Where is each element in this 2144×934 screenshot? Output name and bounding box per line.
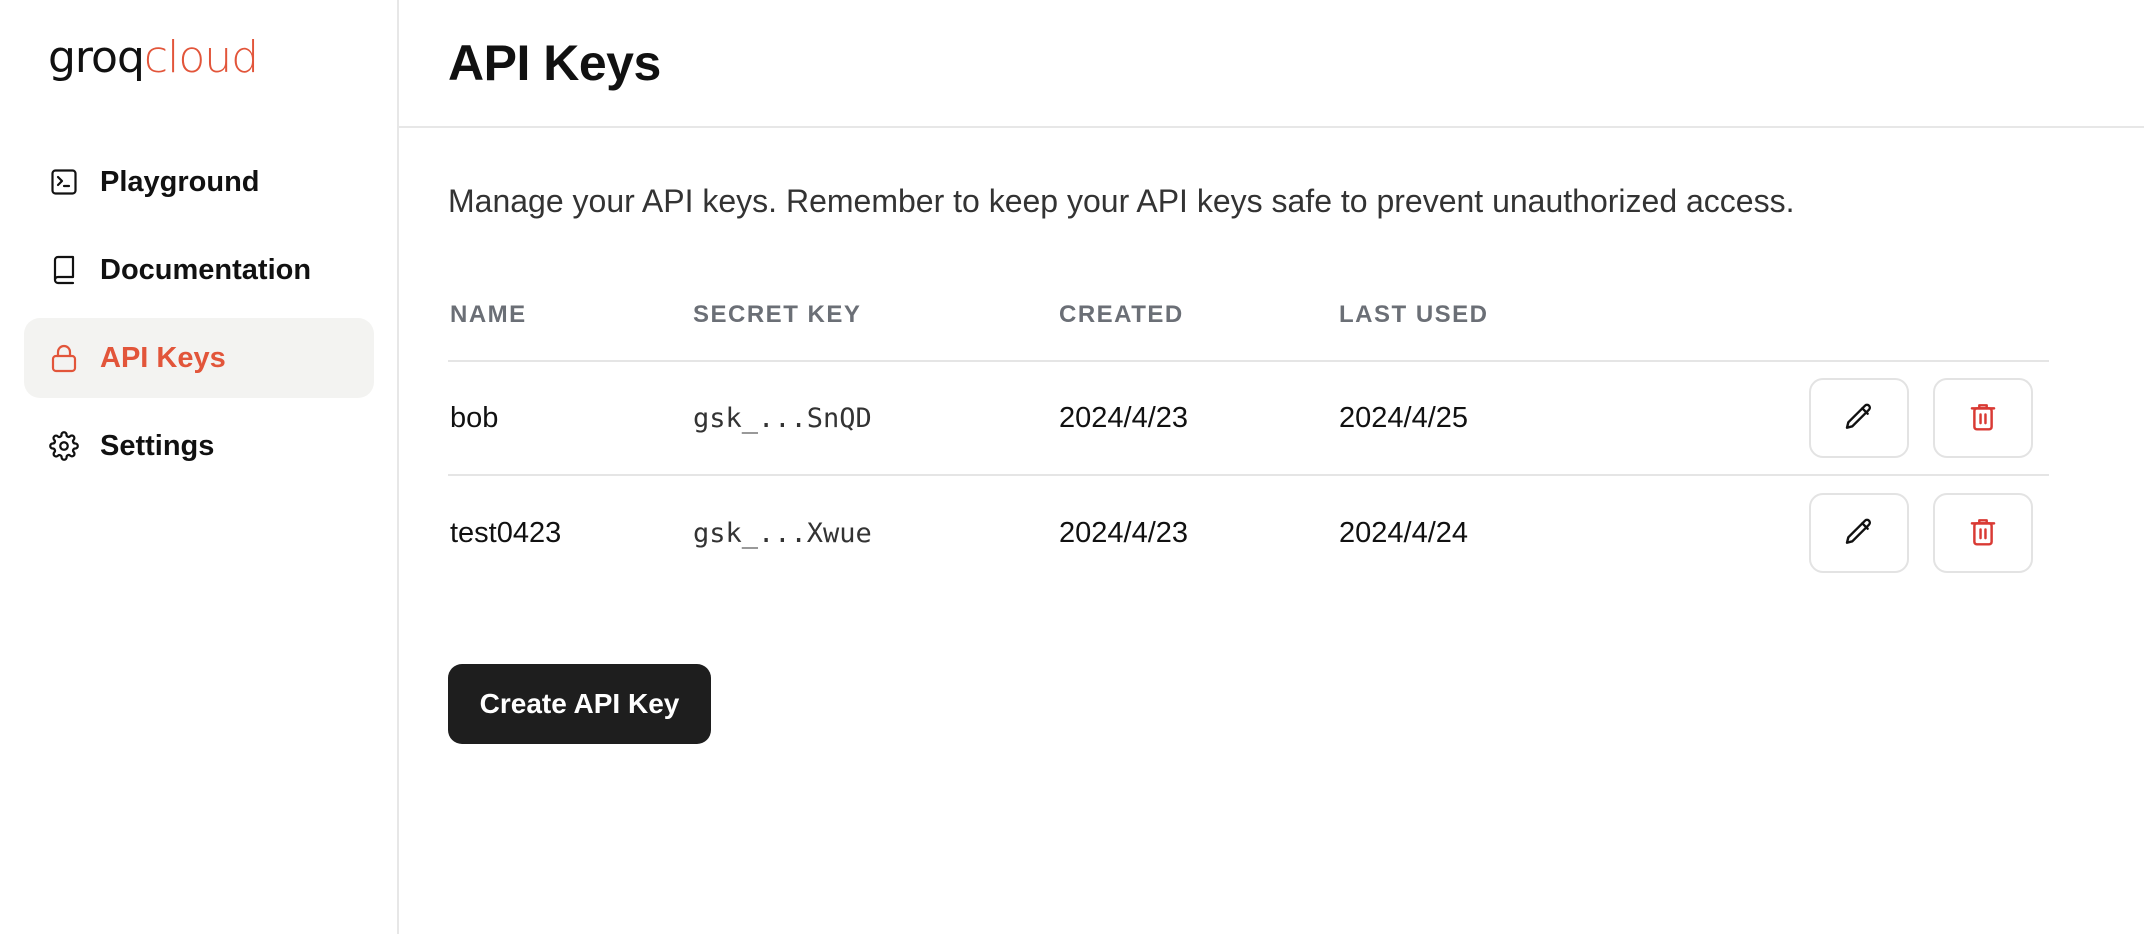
pencil-icon bbox=[1843, 401, 1875, 436]
sidebar-item-label: Settings bbox=[100, 429, 215, 462]
sidebar-item-settings[interactable]: Settings bbox=[24, 406, 374, 486]
key-name: test0423 bbox=[450, 516, 562, 549]
api-keys-table: NAME SECRET KEY CREATED LAST USED bob gs… bbox=[448, 270, 2049, 590]
app-window: groq cloud Playground Documentation API … bbox=[0, 0, 2144, 934]
sidebar-item-api-keys[interactable]: API Keys bbox=[24, 318, 374, 398]
main-content: API Keys Manage your API keys. Remember … bbox=[399, 0, 2144, 934]
sidebar-item-playground[interactable]: Playground bbox=[24, 142, 374, 222]
sidebar-item-label: API Keys bbox=[100, 341, 226, 374]
last-used-date: 2024/4/25 bbox=[1339, 401, 1469, 434]
table-header: NAME SECRET KEY CREATED LAST USED bbox=[448, 270, 2049, 362]
column-header-created: CREATED bbox=[1059, 301, 1184, 328]
secret-key: gsk_...SnQD bbox=[693, 402, 872, 434]
book-icon bbox=[48, 254, 80, 286]
edit-button[interactable] bbox=[1809, 493, 1909, 573]
created-date: 2024/4/23 bbox=[1059, 516, 1189, 549]
key-name: bob bbox=[450, 401, 499, 434]
trash-icon bbox=[1968, 401, 1998, 436]
logo-text-cloud: cloud bbox=[143, 32, 259, 83]
gear-icon bbox=[48, 430, 80, 462]
pencil-icon bbox=[1843, 516, 1875, 551]
groqcloud-logo[interactable]: groq cloud bbox=[48, 28, 259, 88]
column-header-last-used: LAST USED bbox=[1339, 301, 1489, 328]
page-header: API Keys bbox=[399, 0, 2144, 128]
create-api-key-button[interactable]: Create API Key bbox=[448, 664, 711, 744]
row-actions bbox=[1769, 378, 2049, 458]
sidebar-item-label: Documentation bbox=[100, 253, 312, 286]
page-title: API Keys bbox=[448, 35, 661, 91]
column-header-secret-key: SECRET KEY bbox=[693, 301, 862, 328]
lock-icon bbox=[48, 342, 80, 374]
table-row: test0423 gsk_...Xwue 2024/4/23 2024/4/24 bbox=[448, 476, 2049, 590]
terminal-icon bbox=[48, 166, 80, 198]
page-description: Manage your API keys. Remember to keep y… bbox=[448, 183, 1795, 219]
last-used-date: 2024/4/24 bbox=[1339, 516, 1469, 549]
secret-key: gsk_...Xwue bbox=[693, 517, 872, 549]
created-date: 2024/4/23 bbox=[1059, 401, 1189, 434]
delete-button[interactable] bbox=[1933, 493, 2033, 573]
edit-button[interactable] bbox=[1809, 378, 1909, 458]
trash-icon bbox=[1968, 516, 1998, 551]
sidebar-item-documentation[interactable]: Documentation bbox=[24, 230, 374, 310]
row-actions bbox=[1769, 493, 2049, 573]
content-area: Manage your API keys. Remember to keep y… bbox=[399, 128, 2144, 744]
table-row: bob gsk_...SnQD 2024/4/23 2024/4/25 bbox=[448, 362, 2049, 476]
sidebar-nav: Playground Documentation API Keys Settin… bbox=[24, 142, 374, 494]
logo-text-groq: groq bbox=[48, 32, 145, 83]
column-header-name: NAME bbox=[450, 301, 527, 328]
sidebar: groq cloud Playground Documentation API … bbox=[0, 0, 399, 934]
delete-button[interactable] bbox=[1933, 378, 2033, 458]
sidebar-item-label: Playground bbox=[100, 165, 260, 198]
